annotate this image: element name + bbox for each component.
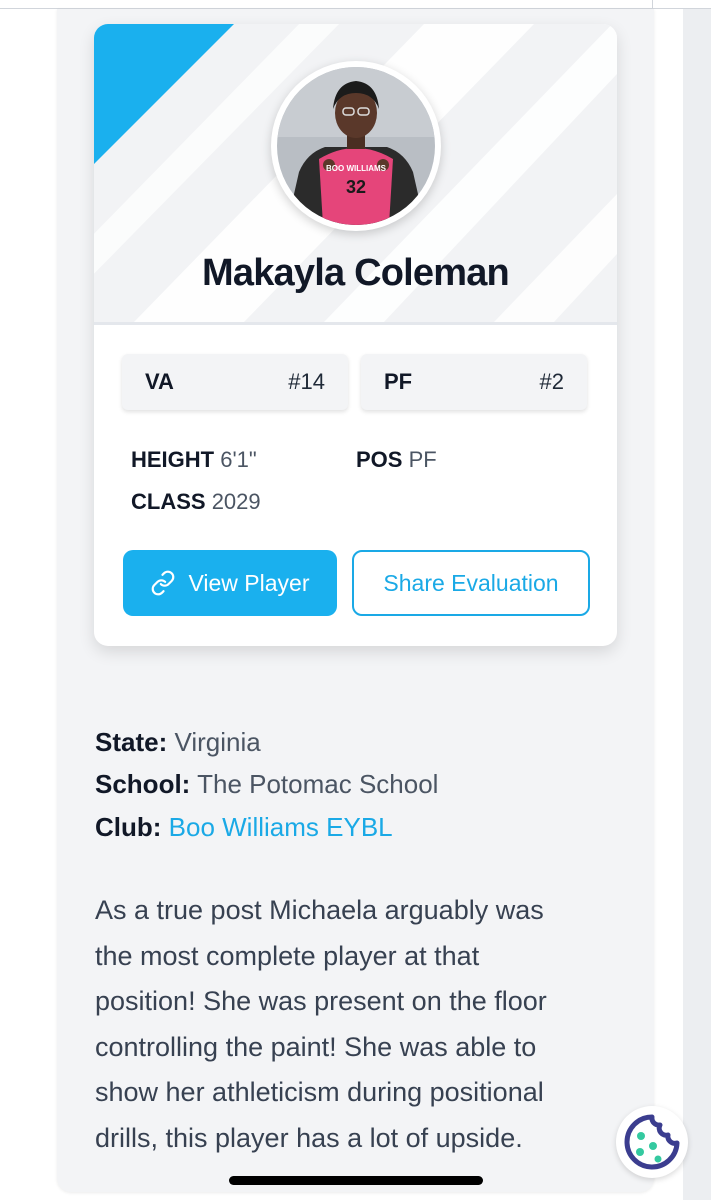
school-detail: School: The Potomac School — [95, 769, 438, 800]
evaluation-line: As a true post Michaela arguably was — [95, 895, 544, 925]
player-card-header: BOO WILLIAMS 32 Makayla Coleman — [94, 24, 617, 322]
state-rank: #14 — [288, 369, 325, 394]
class-value: 2029 — [211, 489, 261, 514]
share-evaluation-label: Share Evaluation — [383, 569, 559, 596]
evaluation-line: position! She was present on the floor — [95, 986, 547, 1017]
jersey-text: BOO WILLIAMS — [326, 164, 387, 173]
state-detail: State: Virginia — [95, 727, 261, 758]
state-rank-badge: VA #14 — [122, 354, 348, 410]
position-rank-badge: PF #2 — [361, 354, 587, 410]
jersey-number: 32 — [346, 177, 366, 197]
club-detail: Club: Boo Williams EYBL — [95, 812, 393, 843]
club-label: Club: — [95, 812, 162, 842]
player-avatar: BOO WILLIAMS 32 — [271, 61, 441, 231]
state-label: State: — [95, 727, 168, 757]
state-code: VA — [145, 369, 174, 394]
evaluation-line: show her athleticism during positional — [95, 1077, 544, 1108]
school-label: School: — [95, 769, 191, 799]
cookie-settings-button[interactable] — [616, 1106, 688, 1178]
height-value: 6'1" — [220, 447, 257, 472]
player-name: Makayla Coleman — [202, 252, 510, 294]
cookie-icon — [624, 1114, 680, 1170]
class-attribute: CLASS 2029 — [131, 489, 261, 515]
top-divider-tick — [652, 0, 653, 9]
pos-label: POS — [356, 447, 403, 472]
club-link[interactable]: Boo Williams EYBL — [169, 812, 393, 842]
home-indicator[interactable] — [229, 1176, 483, 1185]
view-player-label: View Player — [188, 569, 310, 596]
evaluation-line: drills, this player has a lot of upside. — [95, 1122, 523, 1153]
position-rank: #2 — [539, 369, 564, 394]
view-player-button[interactable]: View Player — [123, 550, 337, 616]
pos-value: PF — [408, 447, 437, 472]
position-code: PF — [384, 369, 413, 394]
evaluation-text: As a true post Michaela arguably was the… — [95, 888, 615, 1162]
state-value: Virginia — [174, 727, 261, 757]
class-label: CLASS — [131, 489, 206, 514]
pos-attribute: POS PF — [356, 447, 437, 473]
evaluation-line: the most complete player at that — [95, 940, 480, 971]
share-evaluation-button[interactable]: Share Evaluation — [352, 550, 590, 616]
evaluation-line: controlling the paint! She was able to — [95, 1031, 537, 1062]
player-card: BOO WILLIAMS 32 Makayla Coleman VA #14 P… — [94, 24, 617, 646]
height-attribute: HEIGHT 6'1" — [131, 447, 257, 473]
school-value: The Potomac School — [197, 769, 439, 799]
link-icon — [152, 570, 175, 596]
header-divider — [94, 322, 617, 325]
height-label: HEIGHT — [131, 447, 215, 472]
page-gutter — [683, 9, 711, 1200]
player-photo: BOO WILLIAMS 32 — [277, 67, 435, 225]
